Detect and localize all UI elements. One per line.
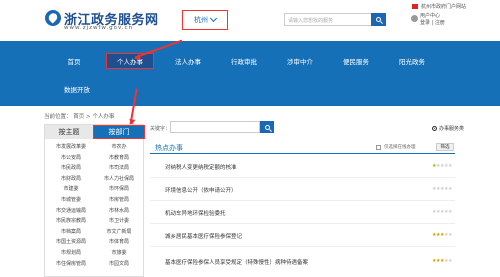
rating-stars: ★★★★★ bbox=[432, 163, 452, 169]
nav-open-govt[interactable]: 阳光政务 bbox=[390, 53, 434, 69]
nav-convenience[interactable]: 便民服务 bbox=[334, 53, 378, 69]
rating-stars: ★★★★★ bbox=[432, 232, 452, 238]
rating-stars: ★★★★★ bbox=[432, 258, 452, 264]
separator: | bbox=[431, 20, 434, 26]
search-icon bbox=[376, 17, 381, 22]
department-item[interactable]: 市园文局 bbox=[95, 259, 143, 270]
filter-button[interactable]: 筛选 bbox=[436, 143, 454, 151]
department-item[interactable]: 市规划局 bbox=[47, 248, 95, 259]
star-icon: ★ bbox=[447, 258, 452, 264]
department-item[interactable]: 市体育局 bbox=[95, 237, 143, 248]
header-search-button[interactable] bbox=[371, 13, 386, 26]
service-type-label: 办事服务类 bbox=[439, 126, 465, 132]
register-link[interactable]: 注册 bbox=[435, 20, 445, 26]
online-only-label: 仅选择在线办理 bbox=[384, 145, 416, 150]
category-panel: 按主题 按部门 市发展改革委 市农办 市公安局 市教育局 市民政局 市司法局 市… bbox=[44, 124, 145, 277]
list-item[interactable]: 基本医疗保险参保人员享受规定（特殊慢性）病种待遇备案 ★★★★★ bbox=[150, 250, 455, 272]
department-item[interactable]: 市旅委 bbox=[95, 248, 143, 259]
nav-open-data[interactable]: 数据开放 bbox=[52, 81, 102, 97]
department-item[interactable]: 市民政局 bbox=[47, 163, 95, 174]
department-item[interactable]: 市档案局 bbox=[47, 227, 95, 238]
header-search-input[interactable]: 请输入您想找的服务 bbox=[284, 13, 372, 26]
list-item[interactable]: 环境信息公开（依申请公开） ★★★★★ bbox=[150, 178, 455, 201]
department-item[interactable]: 市住保房管局 bbox=[47, 259, 95, 270]
site-url: www.zjzwfw.gov.cn bbox=[64, 25, 134, 31]
department-item[interactable]: 市国土资源局 bbox=[47, 237, 95, 248]
service-title[interactable]: 机动车异地环保检验委托 bbox=[165, 209, 226, 217]
department-item[interactable]: 市城管委 bbox=[47, 195, 95, 206]
nav-home[interactable]: 首页 bbox=[52, 53, 96, 69]
keyword-label: 关键字： bbox=[150, 126, 171, 132]
department-item[interactable]: 市环保局 bbox=[95, 184, 143, 195]
department-item[interactable]: 市房管局 bbox=[95, 195, 143, 206]
department-item[interactable]: 市林水局 bbox=[95, 206, 143, 217]
tab-by-department[interactable]: 按部门 bbox=[93, 125, 145, 139]
keyword-input[interactable] bbox=[170, 121, 260, 133]
hot-services-header: 热点办事 仅选择在线办理 筛选 bbox=[150, 141, 455, 154]
department-item[interactable]: 市财政局 bbox=[47, 174, 95, 185]
department-item[interactable]: 市民族宗教局 bbox=[47, 216, 95, 227]
department-item[interactable]: 市发展改革委 bbox=[47, 142, 95, 153]
service-title[interactable]: 环境信息公开（依申请公开） bbox=[165, 186, 237, 194]
star-icon: ★ bbox=[447, 209, 452, 215]
keyword-search-button[interactable] bbox=[260, 121, 274, 133]
breadcrumb: 当前位置： 首页 > 个人办事 bbox=[44, 114, 115, 120]
nav-intermediary[interactable]: 涉审中介 bbox=[278, 53, 322, 69]
rating-stars: ★★★★★ bbox=[432, 186, 452, 192]
gov-portal-label: 杭州市政府门户网站 bbox=[421, 4, 467, 10]
user-center-link[interactable]: 用户中心 bbox=[420, 13, 448, 20]
city-selector[interactable]: 杭州 bbox=[182, 10, 228, 30]
department-item[interactable]: 市农办 bbox=[95, 142, 143, 153]
department-item[interactable]: 市公安局 bbox=[47, 153, 95, 164]
department-list: 市发展改革委 市农办 市公安局 市教育局 市民政局 市司法局 市财政局 市人力社… bbox=[47, 142, 143, 269]
department-item[interactable]: 市建委 bbox=[47, 184, 95, 195]
search-icon bbox=[264, 124, 270, 130]
department-item[interactable]: 市教育局 bbox=[95, 153, 143, 164]
service-title[interactable]: 城乡居民基本医疗保险参保登记 bbox=[165, 232, 242, 240]
online-only-checkbox[interactable] bbox=[376, 145, 381, 150]
service-type-radio[interactable] bbox=[432, 126, 437, 131]
department-item[interactable]: 市司法局 bbox=[95, 163, 143, 174]
star-icon: ★ bbox=[447, 186, 452, 192]
nav-personal[interactable]: 个人办事 bbox=[106, 53, 154, 69]
city-label: 杭州 bbox=[194, 16, 208, 24]
department-item[interactable]: 市卫计委 bbox=[95, 216, 143, 227]
service-title[interactable]: 对纳税人变更纳税定额的核准 bbox=[165, 163, 237, 171]
nav-corporate[interactable]: 法人办事 bbox=[166, 53, 210, 69]
logo-icon[interactable] bbox=[45, 10, 61, 26]
star-icon: ★ bbox=[447, 163, 452, 169]
hot-services-title: 热点办事 bbox=[155, 144, 183, 152]
chevron-down-icon bbox=[209, 14, 218, 23]
list-item[interactable]: 城乡居民基本医疗保险参保登记 ★★★★★ bbox=[150, 224, 455, 247]
star-icon: ★ bbox=[447, 232, 452, 238]
tab-by-theme[interactable]: 按主题 bbox=[45, 125, 93, 139]
list-item[interactable]: 机动车异地环保检验委托 ★★★★★ bbox=[150, 201, 455, 224]
gov-portal-link[interactable]: 杭州市政府门户网站 bbox=[412, 3, 466, 10]
site-header: 浙江政务服务网 www.zjzwfw.gov.cn 杭州 请输入您想找的服务 杭… bbox=[0, 0, 500, 41]
user-area: 用户中心 登录 | 注册 bbox=[420, 13, 448, 27]
rating-stars: ★★★★★ bbox=[432, 209, 452, 215]
nav-approval[interactable]: 行政审批 bbox=[222, 53, 266, 69]
department-item[interactable]: 市交通运输局 bbox=[47, 206, 95, 217]
service-title[interactable]: 基本医疗保险参保人员享受规定（特殊慢性）病种待遇备案 bbox=[165, 258, 308, 266]
emblem-icon bbox=[412, 4, 418, 9]
list-item[interactable]: 对纳税人变更纳税定额的核准 ★★★★★ bbox=[150, 155, 455, 178]
department-item[interactable]: 市人力社保局 bbox=[95, 174, 143, 185]
user-icon bbox=[411, 15, 418, 22]
department-item[interactable]: 市文广新局 bbox=[95, 227, 143, 238]
main-nav: 首页 个人办事 法人办事 行政审批 涉审中介 便民服务 阳光政务 数据开放 bbox=[0, 41, 500, 106]
login-link[interactable]: 登录 bbox=[420, 20, 430, 26]
